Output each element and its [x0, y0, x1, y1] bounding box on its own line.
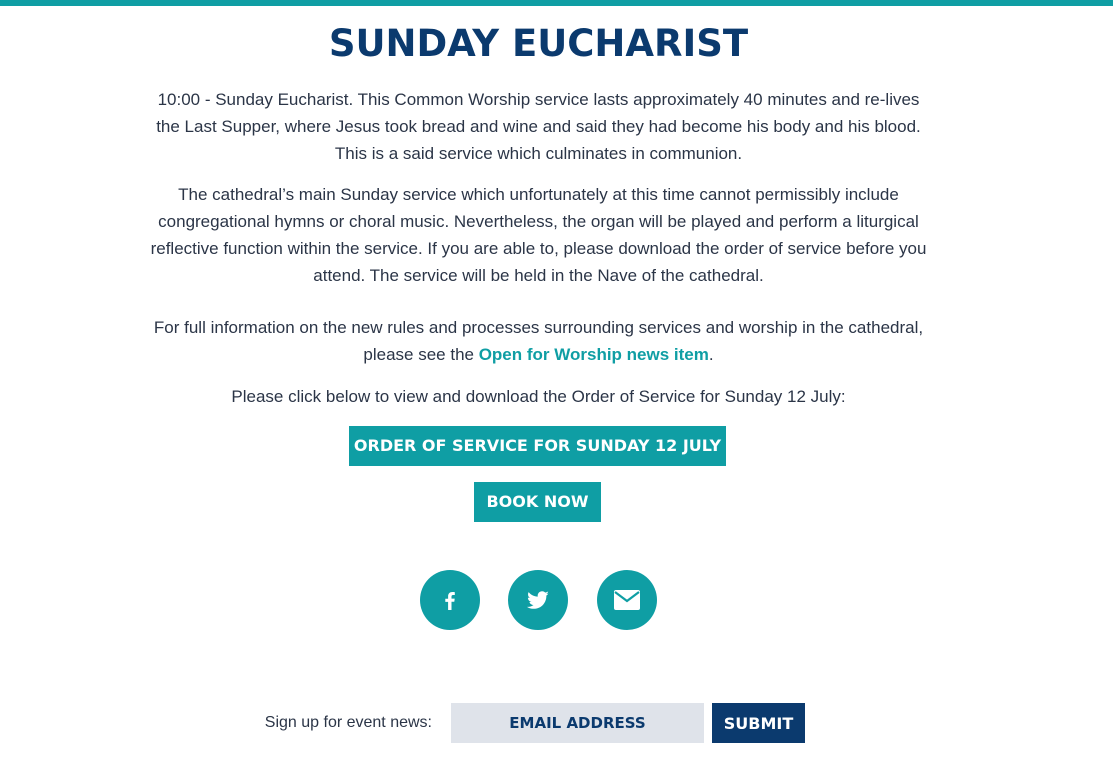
email-icon — [614, 590, 640, 610]
service-description: 10:00 - Sunday Eucharist. This Common Wo… — [156, 90, 921, 163]
open-for-worship-link[interactable]: Open for Worship news item — [479, 345, 709, 364]
twitter-icon — [526, 591, 549, 609]
service-details: The cathedral’s main Sunday service whic… — [150, 185, 927, 285]
signup-label: Sign up for event news: — [264, 714, 432, 731]
email-share-button[interactable] — [597, 570, 657, 630]
submit-button[interactable]: SUBMIT — [712, 703, 805, 743]
worship-info-end: . — [708, 345, 714, 364]
twitter-share-button[interactable] — [508, 570, 568, 630]
email-field[interactable] — [451, 703, 704, 743]
book-now-button[interactable]: BOOK NOW — [474, 482, 601, 522]
facebook-icon — [445, 592, 455, 610]
worship-info: For full information on the new rules an… — [150, 314, 927, 368]
order-of-service-button[interactable]: ORDER OF SERVICE FOR SUNDAY 12 JULY — [349, 426, 726, 466]
top-accent-bar — [0, 0, 1113, 6]
facebook-share-button[interactable] — [420, 570, 480, 630]
download-instructions: Please click below to view and download … — [231, 387, 846, 406]
page-title: SUNDAY EUCHARIST — [328, 22, 749, 65]
